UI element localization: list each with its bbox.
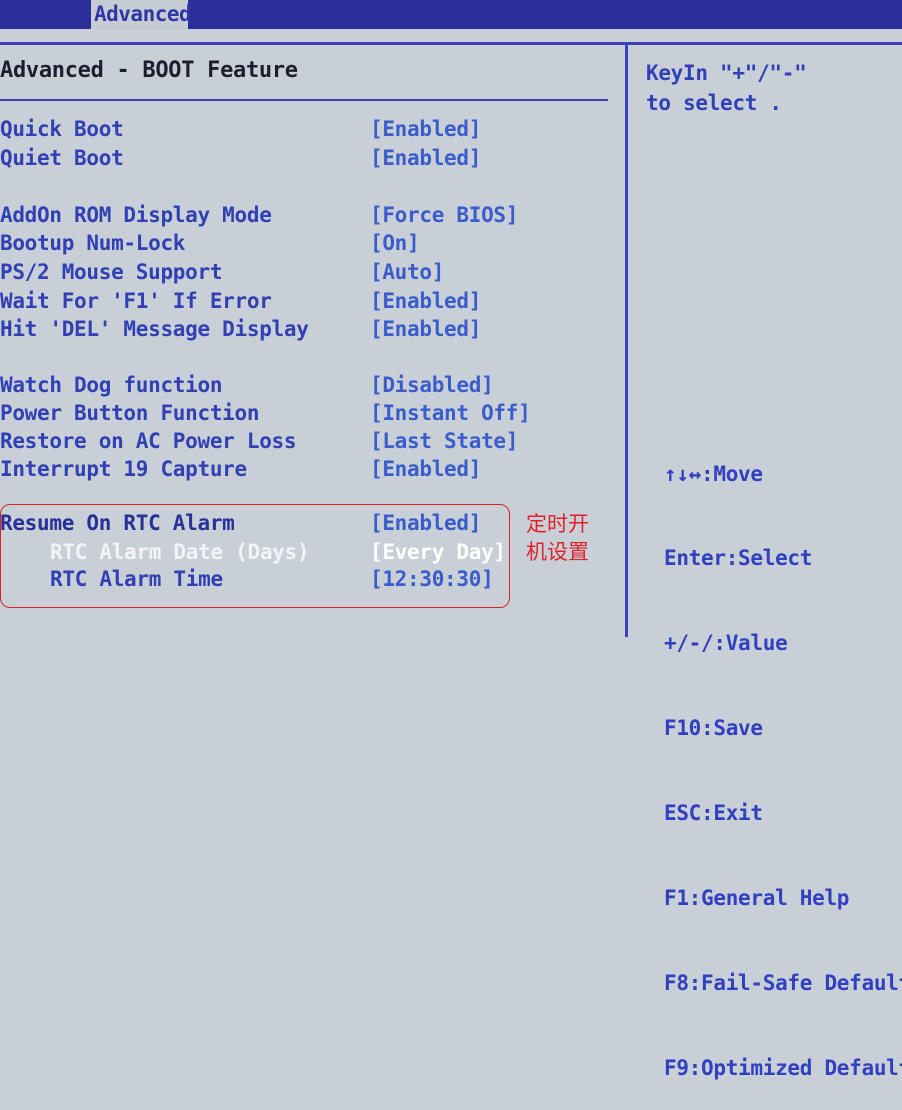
key-hint-save: F10:Save bbox=[664, 716, 763, 741]
help-panel: KeyIn "+"/"-" to select . bbox=[646, 58, 807, 118]
annotation-highlight-box bbox=[0, 504, 510, 608]
setting-value[interactable]: [Enabled] bbox=[370, 144, 481, 172]
setting-label: Restore on AC Power Loss bbox=[0, 429, 297, 453]
key-hint-move: ↑↓↔:Move bbox=[664, 461, 763, 486]
annotation-label: 定时开机设置 bbox=[526, 512, 589, 564]
setting-power-button-function[interactable]: Power Button Function [Instant Off] bbox=[0, 399, 600, 427]
menu-bar: Advanced bbox=[0, 0, 902, 29]
setting-value[interactable]: [Enabled] bbox=[370, 455, 481, 483]
setting-hit-del-message[interactable]: Hit 'DEL' Message Display [Enabled] bbox=[0, 315, 600, 343]
key-legend: ↑↓↔:Move Enter:Select +/-/:Value F10:Sav… bbox=[664, 403, 902, 1110]
setting-value[interactable]: [Enabled] bbox=[370, 315, 481, 343]
setting-bootup-num-lock[interactable]: Bootup Num-Lock [On] bbox=[0, 229, 600, 257]
key-hint-fail-safe: F8:Fail-Safe Defaults bbox=[664, 970, 902, 995]
setting-addon-rom-display-mode[interactable]: AddOn ROM Display Mode [Force BIOS] bbox=[0, 201, 600, 229]
setting-quiet-boot[interactable]: Quiet Boot [Enabled] bbox=[0, 144, 600, 172]
section-title: Advanced - BOOT Feature bbox=[0, 58, 298, 83]
setting-label: Hit 'DEL' Message Display bbox=[0, 317, 309, 341]
help-line-2: to select . bbox=[646, 91, 782, 115]
setting-label: Quiet Boot bbox=[0, 146, 124, 170]
setting-label: AddOn ROM Display Mode bbox=[0, 203, 272, 227]
setting-value[interactable]: [Instant Off] bbox=[370, 399, 531, 427]
setting-label: Power Button Function bbox=[0, 401, 260, 425]
key-hint-optimized: F9:Optimized Defaults bbox=[664, 1055, 902, 1080]
setting-value[interactable]: [Last State] bbox=[370, 427, 518, 455]
setting-label: Watch Dog function bbox=[0, 373, 223, 397]
setting-label: Bootup Num-Lock bbox=[0, 231, 186, 255]
setting-restore-ac-power-loss[interactable]: Restore on AC Power Loss [Last State] bbox=[0, 427, 600, 455]
panel-divider bbox=[625, 42, 628, 637]
setting-value[interactable]: [Disabled] bbox=[370, 371, 494, 399]
key-hint-exit: ESC:Exit bbox=[664, 801, 763, 826]
title-underline bbox=[0, 99, 608, 101]
help-line-1: KeyIn "+"/"-" bbox=[646, 61, 807, 85]
setting-label: PS/2 Mouse Support bbox=[0, 260, 223, 284]
tab-advanced[interactable]: Advanced bbox=[91, 0, 192, 29]
setting-wait-for-f1[interactable]: Wait For 'F1' If Error [Enabled] bbox=[0, 287, 600, 315]
setting-value[interactable]: [Enabled] bbox=[370, 115, 481, 143]
key-hint-value: +/-/:Value bbox=[664, 631, 788, 656]
setting-value[interactable]: [On] bbox=[370, 229, 420, 257]
setting-value[interactable]: [Auto] bbox=[370, 258, 444, 286]
setting-value[interactable]: [Force BIOS] bbox=[370, 201, 518, 229]
header-divider bbox=[0, 42, 902, 45]
key-hint-help: F1:General Help bbox=[664, 886, 850, 911]
setting-interrupt-19-capture[interactable]: Interrupt 19 Capture [Enabled] bbox=[0, 455, 600, 483]
setting-label: Wait For 'F1' If Error bbox=[0, 289, 272, 313]
setting-value[interactable]: [Enabled] bbox=[370, 287, 481, 315]
setting-label: Quick Boot bbox=[0, 117, 124, 141]
setting-quick-boot[interactable]: Quick Boot [Enabled] bbox=[0, 115, 600, 143]
setting-label: Interrupt 19 Capture bbox=[0, 457, 247, 481]
setting-ps2-mouse-support[interactable]: PS/2 Mouse Support [Auto] bbox=[0, 258, 600, 286]
setting-watch-dog[interactable]: Watch Dog function [Disabled] bbox=[0, 371, 600, 399]
key-hint-select: Enter:Select bbox=[664, 546, 813, 571]
